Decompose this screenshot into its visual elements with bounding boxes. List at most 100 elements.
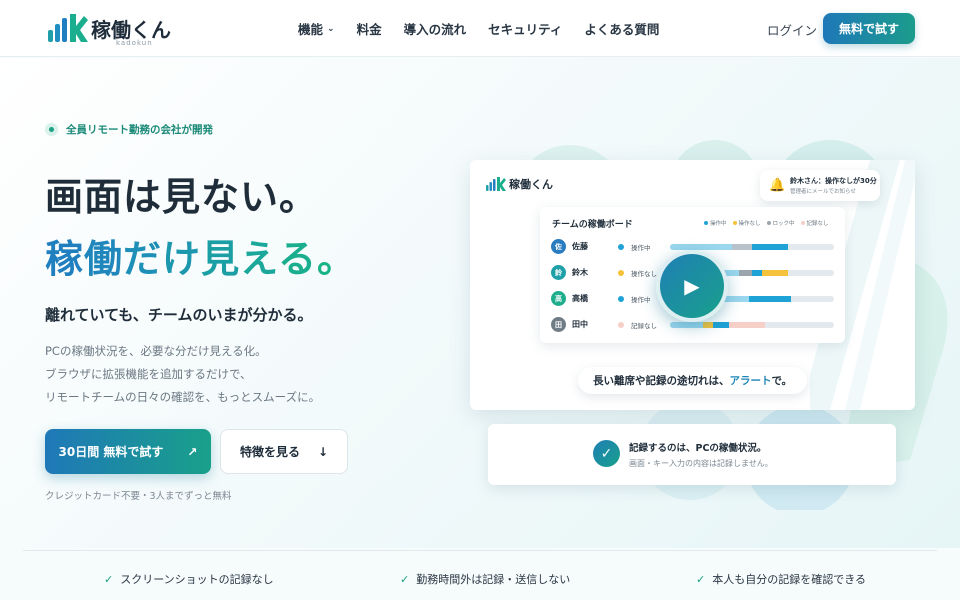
activity-segment	[702, 322, 713, 328]
member-name: 田中	[572, 320, 588, 329]
description-line: リモートチームの日々の確認を、もっとスムーズに。	[45, 390, 321, 404]
feature-item: ✓ 勤務時間外は記録・送信しない	[400, 571, 570, 587]
notification-title: 鈴木さん：操作なしが30分	[790, 177, 877, 185]
activity-segment	[729, 322, 766, 328]
feature-label: 本人も自分の記録を確認できる	[712, 573, 866, 586]
arrow-up-right-icon: ↗	[187, 444, 198, 459]
headline-char: 。	[316, 237, 356, 281]
feature-item: ✓ 本人も自分の記録を確認できる	[696, 571, 866, 587]
headline-char: え	[240, 237, 278, 281]
activity-segment	[752, 244, 766, 250]
headline-char: る	[277, 237, 317, 281]
legend-label: 操作中	[710, 221, 727, 227]
logo-subtext: kadokun	[116, 39, 153, 47]
avatar: 鈴	[551, 265, 566, 280]
badge-text: 全員リモート勤務の会社が開発	[66, 124, 213, 136]
member-name: 高橋	[572, 294, 588, 303]
feature-label: スクリーンショットの記録なし	[120, 573, 274, 586]
dot-icon	[45, 123, 58, 136]
activity-segment	[748, 296, 792, 302]
nav-item-onboarding[interactable]: 導入の流れ	[404, 19, 467, 38]
legend-label: ロック中	[772, 221, 795, 227]
member-name: 佐藤	[572, 242, 588, 251]
mockup-logo: 稼働くん	[486, 176, 553, 192]
legend-dot	[704, 221, 708, 225]
headline-line-1: 画面は見ない。	[45, 175, 319, 219]
avatar: 高	[551, 291, 566, 306]
alert-callout: 長い離席や記録の途切れは、 アラート で。	[578, 367, 807, 394]
nav-item-features[interactable]: 機能 ⌄	[298, 19, 335, 38]
nav-item-label: セキュリティ	[488, 22, 563, 37]
site-header: 稼働くん kadokun 機能 ⌄ 料金 導入の流れ セキュリティ よくある質問…	[0, 0, 960, 57]
activity-segment	[670, 244, 733, 250]
play-video-button[interactable]: ▶	[656, 250, 728, 322]
board-legend: 操作中 操作なし ロック中 記録なし	[704, 219, 829, 227]
headline-char: だ	[123, 237, 163, 281]
headline-char: 働	[84, 237, 124, 281]
member-status: 操作中	[631, 296, 651, 304]
activity-segment	[712, 322, 730, 328]
avatar: 田	[551, 317, 566, 332]
legend-item: 操作中	[704, 219, 727, 227]
nav-item-pricing[interactable]: 料金	[357, 19, 382, 38]
check-icon: ✓	[696, 572, 706, 586]
mockup-logo-text: 稼働くん	[509, 178, 553, 191]
logo[interactable]: 稼働くん kadokun	[48, 10, 178, 48]
alert-text-pre: 長い離席や記録の途切れは、	[592, 375, 730, 387]
legend-dot	[732, 221, 737, 225]
headline-line-2-text: 稼働だけ見える。	[45, 237, 356, 281]
board-title: チームの稼働ボード	[552, 220, 633, 230]
subheadline: 離れていても、チームのいまが分かる。	[45, 306, 313, 324]
logo-mark-icon	[486, 177, 506, 191]
activity-segment	[761, 270, 789, 276]
activity-segment	[738, 270, 752, 276]
description-line: ブラウザに拡張機能を追加するだけで、	[45, 367, 252, 381]
legend-label: 記録なし	[806, 221, 829, 227]
alert-text-emphasis: アラート	[729, 375, 772, 387]
main-nav: 機能 ⌄ 料金 導入の流れ セキュリティ よくある質問	[298, 19, 659, 38]
header-trial-button[interactable]: 無料で試す	[823, 13, 915, 44]
activity-segment	[752, 270, 762, 276]
activity-segment	[765, 244, 789, 250]
status-dot	[618, 244, 624, 250]
divider	[23, 550, 937, 551]
member-status: 操作なし	[631, 270, 657, 278]
avatar: 佐	[551, 239, 566, 254]
check-circle-icon: ✓	[593, 440, 620, 467]
activity-segment	[670, 322, 703, 328]
headline-char: 見	[201, 237, 241, 281]
feature-label: 勤務時間外は記録・送信しない	[416, 573, 571, 586]
nav-item-label: 料金	[356, 22, 382, 37]
free-trial-label: 30日間 無料で試す	[58, 445, 164, 459]
notification-body: 管理者にメールでお知らせ	[790, 189, 856, 195]
check-icon: ✓	[104, 572, 114, 586]
status-dot	[618, 270, 624, 276]
legend-item: 記録なし	[800, 219, 829, 227]
pricing-note: クレジットカード不要・3人までずっと無料	[45, 491, 232, 502]
record-info-card: ✓ 記録するのは、PCの稼働状況。 画面・キー入力の内容は記録しません。	[488, 424, 896, 485]
legend-item: ロック中	[766, 219, 795, 227]
company-badge: 全員リモート勤務の会社が開発	[45, 122, 213, 137]
activity-bar	[670, 322, 834, 328]
feature-item: ✓ スクリーンショットの記録なし	[104, 571, 274, 587]
nav-item-faq[interactable]: よくある質問	[584, 19, 659, 38]
activity-segment	[732, 244, 752, 250]
status-dot	[618, 322, 624, 328]
nav-item-security[interactable]: セキュリティ	[488, 19, 562, 38]
play-icon: ▶	[684, 274, 700, 298]
description: PCの稼働状況を、必要な分だけ見える化。 ブラウザに拡張機能を追加するだけで、 …	[45, 340, 320, 409]
check-icon: ✓	[400, 572, 410, 586]
legend-dot	[766, 221, 771, 225]
bell-icon: 🔔	[769, 178, 786, 193]
legend-item: 操作なし	[732, 219, 761, 227]
see-features-button[interactable]: 特徴を見る ↓	[220, 429, 348, 474]
status-dot	[618, 296, 624, 302]
record-card-title: 記録するのは、PCの稼働状況。	[629, 443, 767, 454]
member-name: 鈴木	[572, 268, 588, 277]
nav-item-label: よくある質問	[584, 22, 660, 37]
free-trial-button[interactable]: 30日間 無料で試す ↗	[45, 429, 211, 474]
legend-dot	[800, 221, 805, 225]
nav-item-label: 機能	[298, 22, 324, 37]
member-status: 記録なし	[631, 322, 657, 330]
login-link[interactable]: ログイン	[767, 20, 817, 39]
